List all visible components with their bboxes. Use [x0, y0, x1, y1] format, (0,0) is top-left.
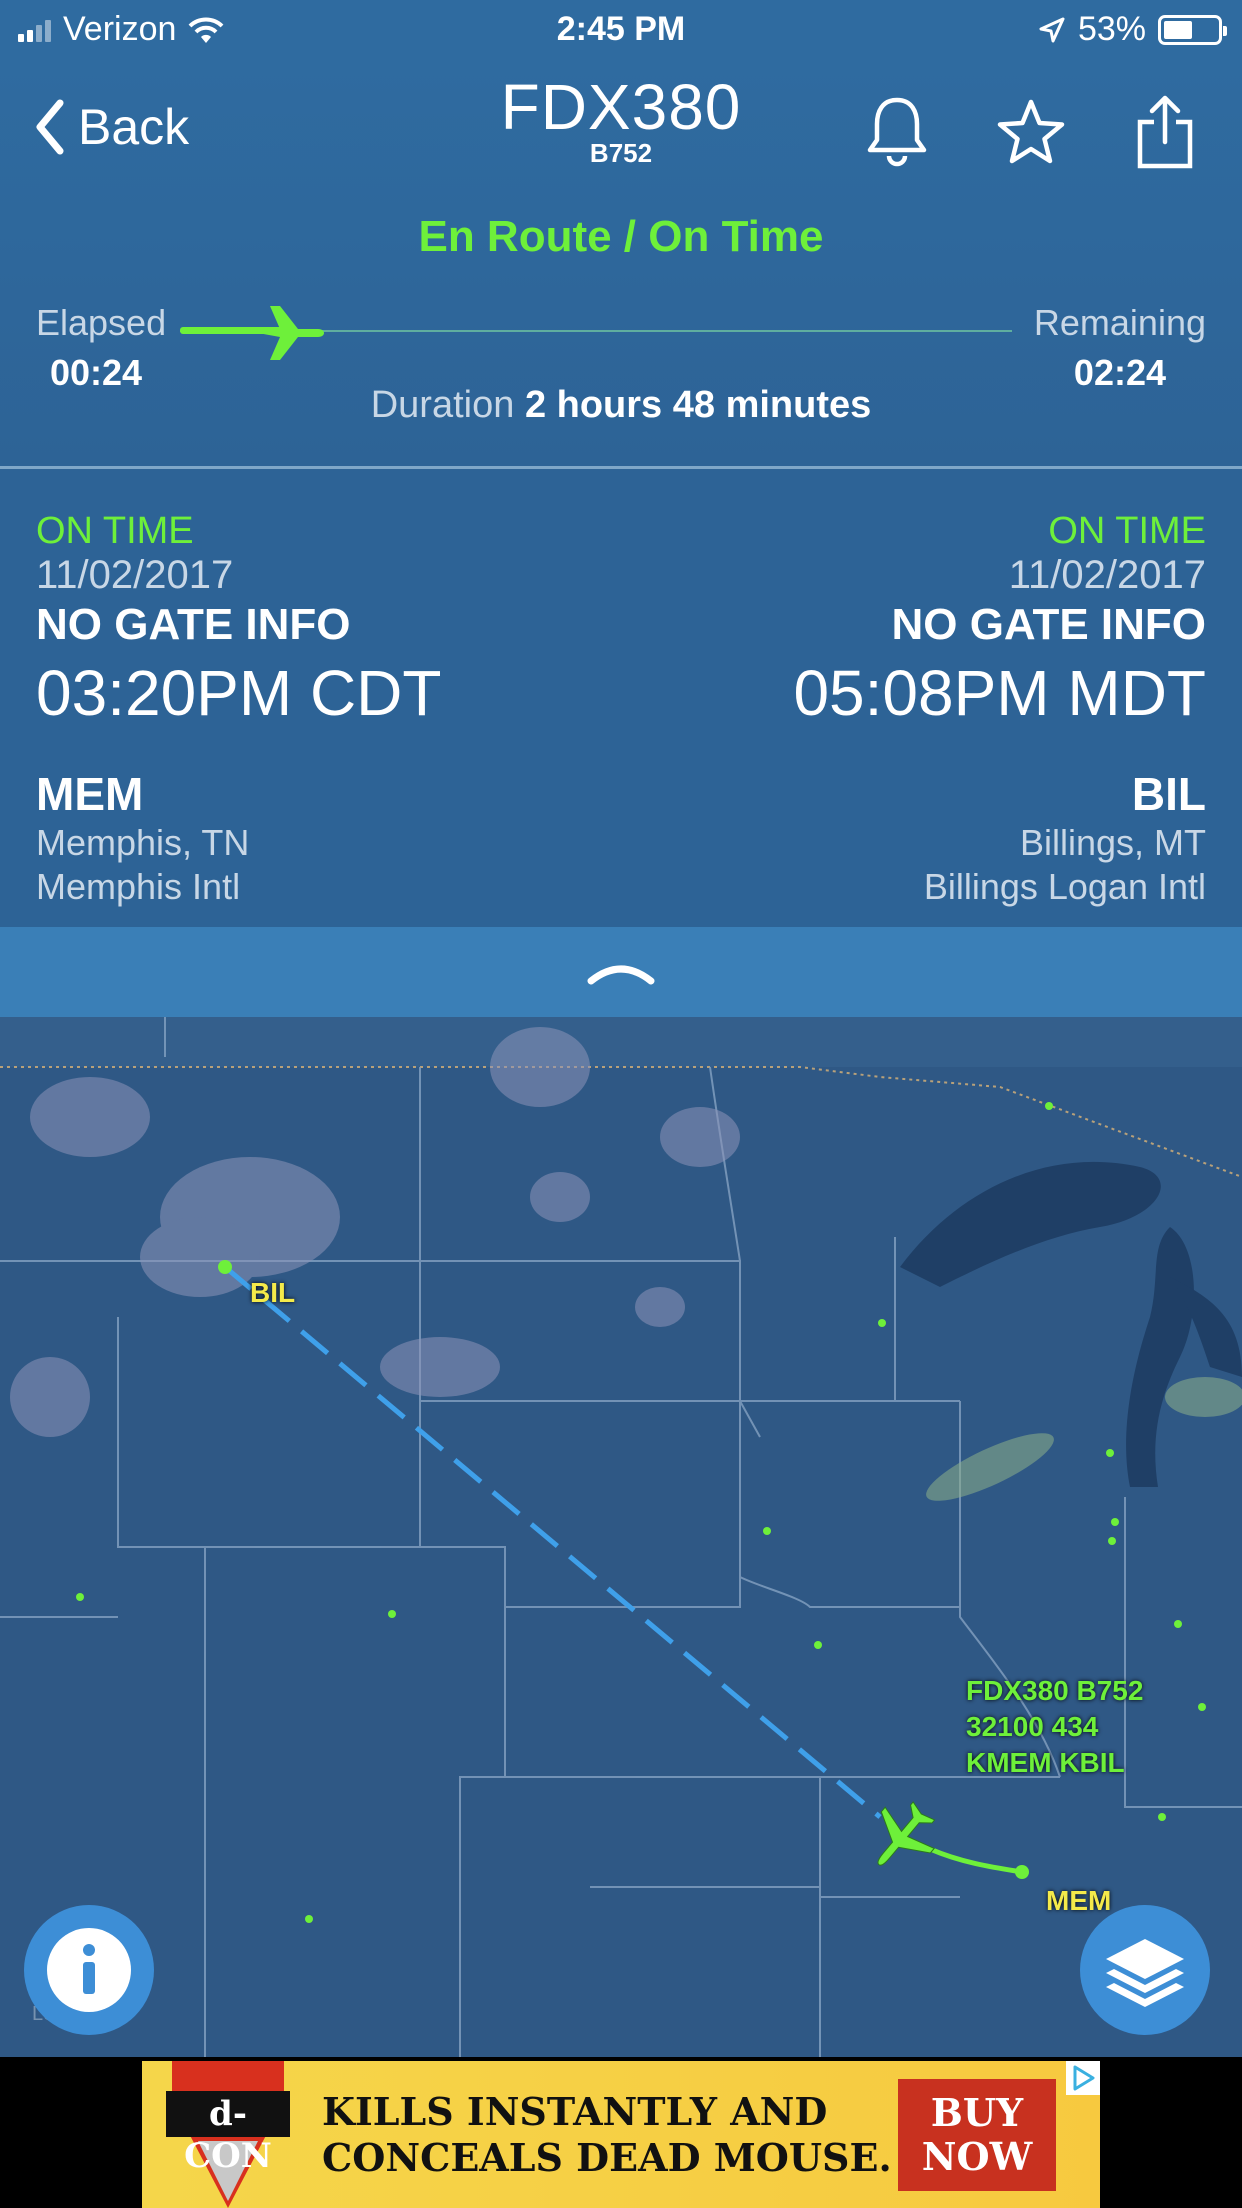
destination-airport-marker	[218, 1260, 232, 1274]
map-layers-button[interactable]	[1080, 1905, 1210, 2035]
star-icon[interactable]	[996, 92, 1066, 172]
departure-status: ON TIME	[36, 510, 194, 552]
flight-map[interactable]: BIL MEM FDX380 B752 32100 434 KMEM KBIL …	[0, 1017, 1242, 2057]
departure-airport: Memphis Intl	[36, 866, 241, 907]
battery-icon	[1158, 14, 1227, 45]
departure-column: ON TIME 11/02/2017 NO GATE INFO 03:20PM …	[36, 509, 596, 909]
departure-code: MEM	[36, 768, 144, 820]
info-icon	[47, 1928, 131, 2012]
dcon-logo: d-CON	[158, 2061, 298, 2208]
arrival-code: BIL	[1131, 768, 1206, 820]
bell-icon[interactable]	[862, 92, 932, 172]
departure-gate: NO GATE INFO	[36, 600, 351, 649]
arrival-gate: NO GATE INFO	[891, 600, 1206, 649]
departure-city: Memphis, TN	[36, 822, 250, 863]
duration-value: 2 hours 48 minutes	[524, 384, 872, 426]
ad-banner[interactable]: d-CON KILLS INSTANTLY AND CONCEALS DEAD …	[142, 2061, 1100, 2208]
remaining-label: Remaining	[1033, 302, 1206, 343]
ad-banner-container: d-CON KILLS INSTANTLY AND CONCEALS DEAD …	[0, 2057, 1242, 2208]
flight-header: Back FDX380 B752 En Route / On Time Elap…	[0, 62, 1242, 466]
origin-airport-marker	[1015, 1865, 1029, 1879]
layers-icon	[1106, 1939, 1184, 2007]
duration: Duration 2 hours 48 minutes	[0, 384, 1242, 427]
duration-label: Duration	[370, 384, 515, 426]
planned-route-line	[223, 1265, 882, 1819]
ad-headline-line1: KILLS INSTANTLY AND	[322, 2089, 828, 2134]
ad-cta-line2: NOW	[921, 2134, 1033, 2179]
flight-status: En Route / On Time	[418, 212, 824, 261]
status-right: 53%	[1038, 10, 1227, 49]
elapsed-label: Elapsed	[36, 302, 167, 343]
expand-handle[interactable]	[0, 927, 1242, 1017]
flight-tag-route: KMEM KBIL	[966, 1747, 1125, 1778]
flight-info: ON TIME 11/02/2017 NO GATE INFO 03:20PM …	[0, 469, 1242, 927]
flight-data-tag: FDX380 B752 32100 434 KMEM KBIL	[966, 1673, 1143, 1781]
ad-buy-now-button[interactable]: BUY NOW	[898, 2079, 1056, 2191]
ad-brand: d-CON	[184, 2094, 272, 2176]
battery-percent: 53%	[1077, 10, 1146, 48]
arrival-date: 11/02/2017	[1008, 553, 1206, 597]
aircraft-position-icon[interactable]	[862, 1797, 942, 1877]
departure-date: 11/02/2017	[36, 553, 234, 597]
battery-level	[1164, 20, 1192, 39]
ad-headline-line2: CONCEALS DEAD MOUSE.	[322, 2135, 892, 2180]
chevron-up-icon	[587, 965, 655, 985]
destination-map-label: BIL	[250, 1277, 296, 1308]
arrival-city: Billings, MT	[1019, 822, 1206, 863]
flight-tag-ident: FDX380 B752	[966, 1675, 1144, 1706]
flight-tag-altitude-speed: 32100 434	[966, 1711, 1099, 1742]
arrival-airport: Billings Logan Intl	[923, 866, 1206, 907]
plane-progress-icon	[258, 306, 324, 360]
adchoices-icon[interactable]	[1066, 2061, 1100, 2095]
arrival-column: ON TIME 11/02/2017 NO GATE INFO 05:08PM …	[646, 509, 1206, 909]
share-icon[interactable]	[1130, 92, 1200, 172]
ad-headline: KILLS INSTANTLY AND CONCEALS DEAD MOUSE.	[322, 2089, 892, 2181]
ad-cta-line1: BUY	[930, 2090, 1024, 2135]
location-arrow-icon	[1039, 17, 1065, 42]
departure-time: 03:20PM CDT	[36, 657, 442, 729]
info-button[interactable]	[24, 1905, 154, 2035]
arrival-status: ON TIME	[1048, 510, 1206, 552]
arrival-time: 05:08PM MDT	[793, 657, 1206, 729]
status-bar: Verizon 2:45 PM 53%	[0, 0, 1242, 62]
